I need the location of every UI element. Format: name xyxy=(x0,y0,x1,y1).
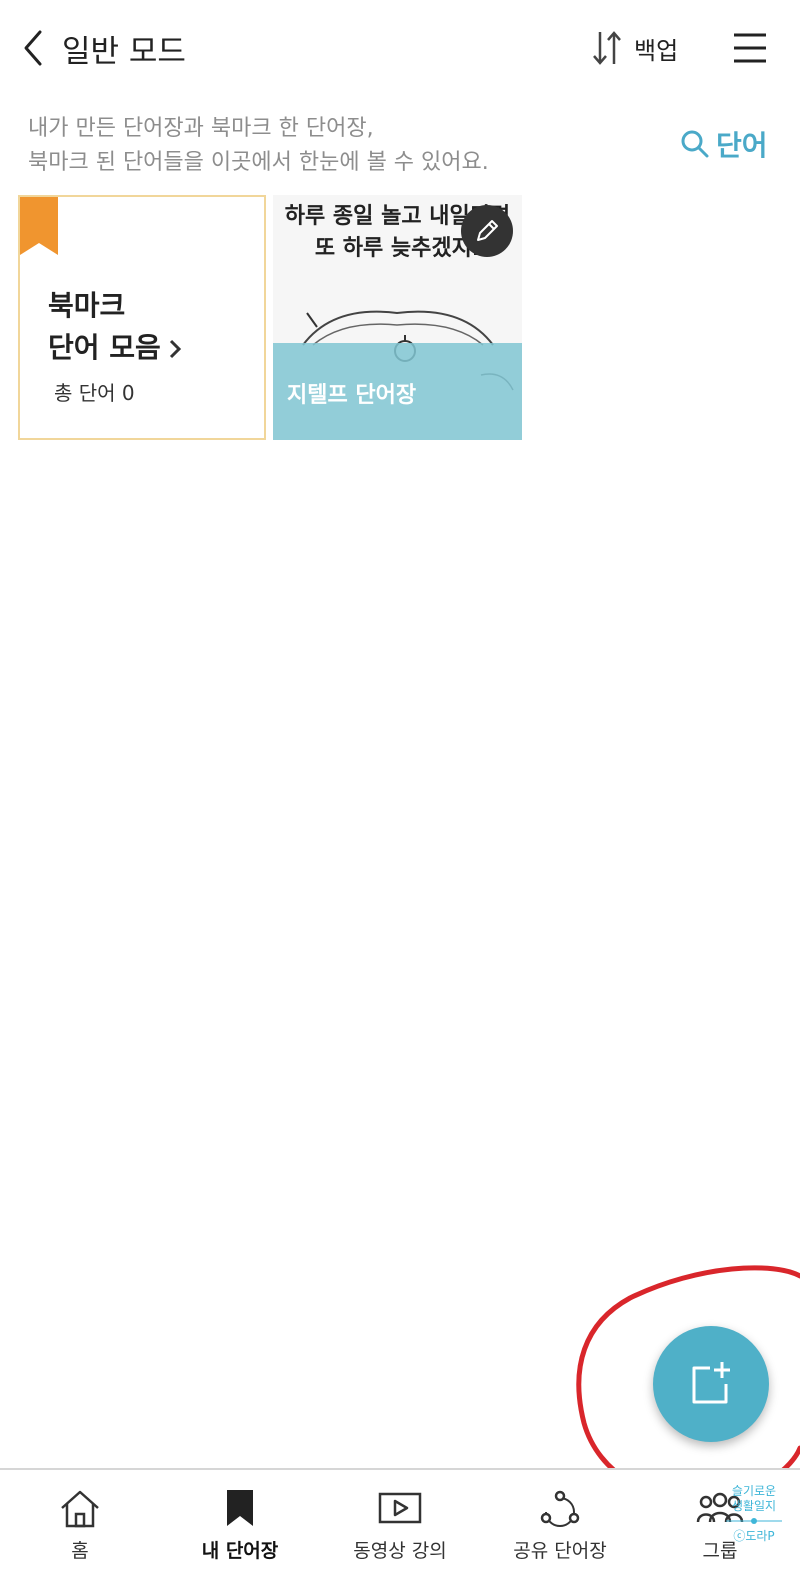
chevron-right-icon xyxy=(169,339,181,359)
watermark-line: 생활일지 xyxy=(731,1499,777,1513)
share-icon xyxy=(540,1490,580,1527)
home-icon xyxy=(61,1490,99,1528)
add-note-icon xyxy=(692,1362,730,1404)
nav-label: 내 단어장 xyxy=(201,1540,279,1562)
divider-icon xyxy=(726,1518,782,1524)
nav-item-my-vocab[interactable]: 내 단어장 xyxy=(160,1470,320,1576)
backup-label: 백업 xyxy=(634,36,679,65)
nav-label: 홈 xyxy=(71,1540,89,1562)
bookmark-icon xyxy=(227,1490,253,1526)
page-description: 내가 만든 단어장과 북마크 한 단어장, 북마크 된 단어들을 이곳에서 한눈… xyxy=(28,112,489,180)
nav-item-video[interactable]: 동영상 강의 xyxy=(320,1470,480,1576)
nav-label: 동영상 강의 xyxy=(353,1540,447,1562)
menu-button[interactable] xyxy=(732,30,768,66)
vocab-book-card[interactable]: 하루 종일 놀고 내일되면 또 하루 늦추겠지. 지텔프 단어장 xyxy=(273,195,522,440)
bookmark-card-title: 북마크 단어 모음 xyxy=(48,285,183,369)
bookmark-collection-card[interactable]: 북마크 단어 모음 총 단어 0 xyxy=(18,195,266,440)
nav-icon-wrap xyxy=(320,1488,480,1532)
bookmark-title-line: 북마크 xyxy=(48,289,126,322)
bookmark-ribbon-icon xyxy=(20,197,58,255)
bookmark-title-line: 단어 모음 xyxy=(48,327,183,369)
app-header: 일반 모드 백업 xyxy=(0,0,800,96)
hamburger-menu-icon xyxy=(734,33,766,63)
nav-label: 공유 단어장 xyxy=(513,1540,607,1562)
watermark-line: 슬기로운 xyxy=(731,1484,777,1498)
nav-icon-wrap xyxy=(0,1488,160,1532)
nav-item-shared-vocab[interactable]: 공유 단어장 xyxy=(480,1470,640,1576)
add-vocab-book-button[interactable] xyxy=(653,1326,769,1442)
bookmark-word-count: 총 단어 0 xyxy=(54,381,135,405)
bookmark-title-text: 단어 모음 xyxy=(48,331,161,364)
video-play-icon xyxy=(378,1492,422,1524)
back-button[interactable] xyxy=(18,28,50,68)
page-title: 일반 모드 xyxy=(62,34,186,70)
backup-button[interactable]: 백업 xyxy=(590,24,678,72)
bottom-navigation: 홈 내 단어장 동영상 강의 공유 단어장 그룹 xyxy=(0,1468,800,1578)
edit-button[interactable] xyxy=(461,205,513,257)
description-line: 북마크 된 단어들을 이곳에서 한눈에 볼 수 있어요. xyxy=(28,150,489,175)
pencil-icon xyxy=(477,220,498,241)
word-search-button[interactable]: 단어 xyxy=(680,124,768,164)
sort-arrows-icon xyxy=(593,31,621,65)
vocab-book-name: 지텔프 단어장 xyxy=(287,383,417,408)
back-arrow-icon xyxy=(24,30,42,66)
nav-icon-wrap xyxy=(480,1488,640,1532)
nav-icon-wrap xyxy=(160,1488,320,1532)
nav-item-home[interactable]: 홈 xyxy=(0,1470,160,1576)
search-icon xyxy=(681,130,709,158)
description-line: 내가 만든 단어장과 북마크 한 단어장, xyxy=(28,116,374,141)
watermark: 슬기로운 생활일지 ⓒ도라P xyxy=(722,1484,786,1568)
word-search-label: 단어 xyxy=(716,129,768,162)
watermark-line: ⓒ도라P xyxy=(733,1529,775,1543)
